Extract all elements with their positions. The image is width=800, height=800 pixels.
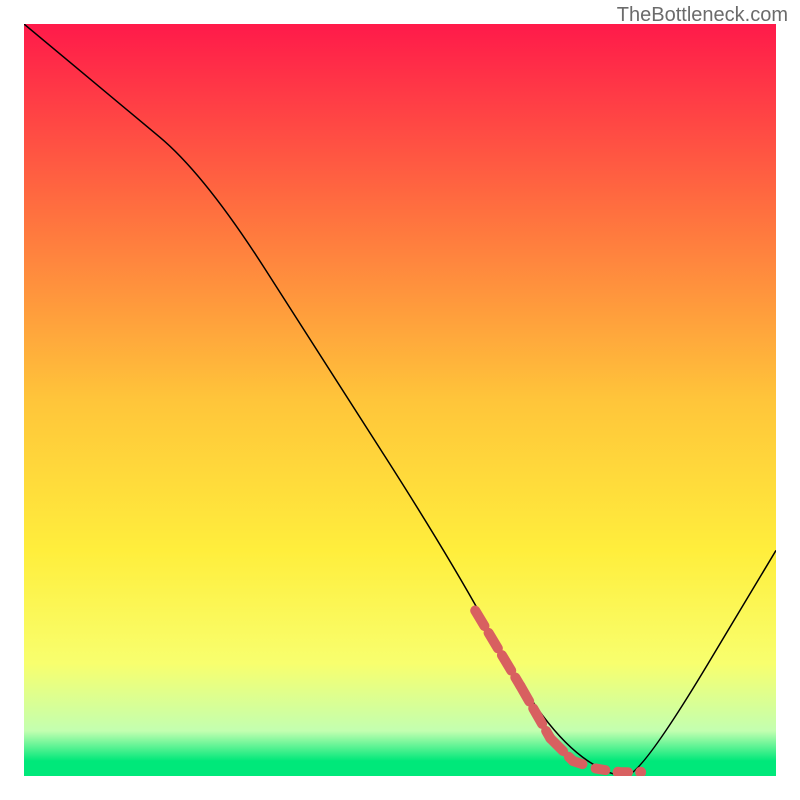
gradient-background xyxy=(24,24,776,776)
watermark-text: TheBottleneck.com xyxy=(617,4,788,27)
chart-plot xyxy=(24,24,776,776)
